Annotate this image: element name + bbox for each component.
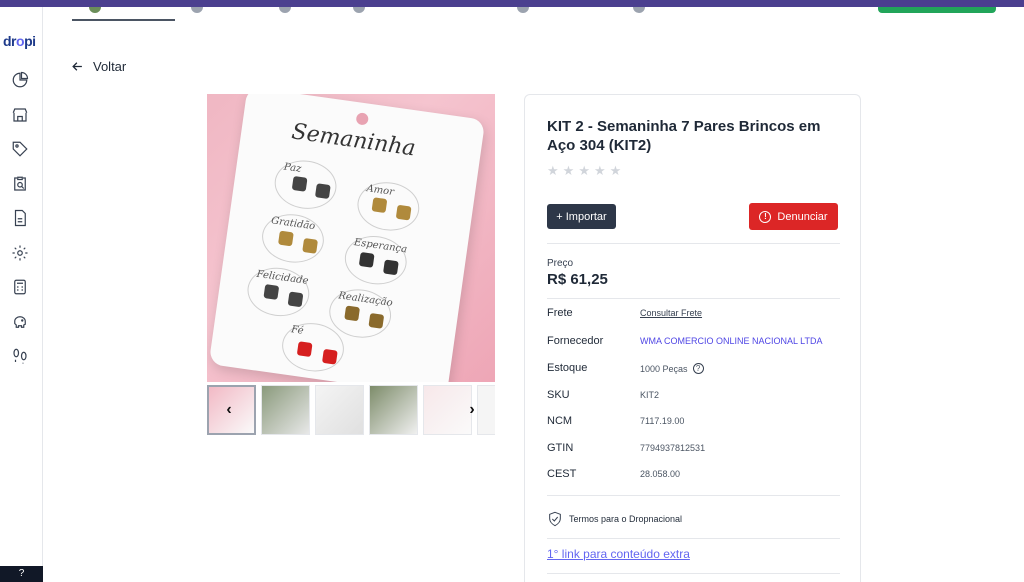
star-icon: ★	[547, 163, 559, 178]
earring	[291, 175, 308, 192]
carousel-next-icon[interactable]: ›	[461, 399, 483, 421]
detail-value: KIT2	[640, 390, 660, 400]
divider	[547, 538, 840, 539]
back-button[interactable]: Voltar	[70, 59, 126, 74]
divider	[547, 573, 840, 574]
earring	[368, 312, 385, 329]
terms-label: Termos para o Dropnacional	[569, 514, 683, 524]
back-label: Voltar	[93, 59, 127, 74]
sidebar: dropi ?	[0, 7, 43, 582]
earring	[277, 230, 294, 247]
card-title: Semaninha	[290, 119, 418, 162]
divider	[547, 298, 840, 299]
detail-row-fornecedor: Fornecedor WMA COMERCIO ONLINE NACIONAL …	[547, 335, 840, 351]
detail-key: NCM	[547, 415, 573, 427]
step-indicator	[633, 7, 645, 13]
price-value: R$ 61,25	[547, 271, 608, 288]
divider	[547, 495, 840, 496]
detail-key: Estoque	[547, 362, 588, 374]
detail-key: Fornecedor	[547, 335, 604, 347]
carousel-prev-icon[interactable]: ‹	[218, 399, 240, 421]
thumbnail-carousel: ‹ ›	[207, 385, 495, 435]
detail-row-frete: Frete Consultar Frete	[547, 307, 840, 323]
divider	[547, 243, 840, 244]
step-indicator	[517, 7, 529, 13]
extra-content-link[interactable]: 1° link para conteúdo extra	[547, 547, 690, 561]
earring-slot: Amor	[354, 178, 423, 235]
stock-value: 1000 Peças ?	[640, 363, 704, 374]
detail-row-ncm: NCM 7117.19.00	[547, 415, 840, 431]
earring	[296, 341, 313, 358]
price-label: Preço	[547, 258, 574, 269]
piggy-bank-icon[interactable]	[11, 313, 29, 331]
detail-key: CEST	[547, 468, 577, 480]
detail-key: SKU	[547, 389, 570, 401]
star-icon: ★	[578, 163, 590, 178]
earring	[371, 197, 388, 214]
shipping-link[interactable]: Consultar Frete	[640, 308, 702, 318]
detail-key: GTIN	[547, 442, 574, 454]
shield-check-icon	[549, 511, 561, 527]
earring	[358, 252, 375, 268]
earring	[263, 284, 280, 300]
earring	[287, 291, 304, 308]
help-button[interactable]: ?	[0, 566, 43, 582]
detail-row-sku: SKU KIT2	[547, 389, 840, 405]
detail-row-gtin: GTIN 7794937812531	[547, 442, 840, 458]
clipboard-search-icon[interactable]	[11, 175, 29, 193]
supplier-link[interactable]: WMA COMERCIO ONLINE NACIONAL LTDA	[640, 336, 823, 346]
earring	[395, 204, 412, 221]
import-button[interactable]: + Importar	[547, 204, 616, 229]
step-indicator	[279, 7, 291, 13]
settings-icon[interactable]	[11, 244, 29, 262]
thumbnail[interactable]	[315, 385, 364, 435]
step-indicator	[191, 7, 203, 13]
product-main-image[interactable]: Semaninha Paz Amor Gratidão Esperança Fe…	[207, 94, 495, 382]
detail-key: Frete	[547, 307, 573, 319]
store-icon[interactable]	[11, 106, 29, 124]
help-icon[interactable]: ?	[692, 363, 704, 374]
dropi-logo[interactable]: dropi	[3, 33, 36, 49]
star-icon: ★	[609, 163, 622, 178]
terms[interactable]: Termos para o Dropnacional	[547, 511, 682, 527]
earring	[314, 183, 331, 200]
detail-value: 28.058.00	[640, 469, 681, 479]
import-label: Importar	[565, 210, 607, 223]
document-icon[interactable]	[11, 209, 29, 227]
detail-row-estoque: Estoque 1000 Peças ?	[547, 362, 840, 378]
active-tab-underline	[72, 19, 175, 21]
step-indicator	[353, 7, 365, 13]
thumbnail[interactable]	[261, 385, 310, 435]
top-action-button[interactable]	[878, 7, 996, 13]
rating-stars: ★ ★ ★ ★ ★	[547, 163, 621, 179]
report-button[interactable]: ! Denunciar	[749, 203, 838, 230]
footprints-icon[interactable]	[11, 347, 29, 365]
calculator-icon[interactable]	[11, 278, 29, 296]
alert-icon: !	[759, 210, 772, 223]
star-icon: ★	[562, 163, 575, 178]
earring	[344, 305, 361, 322]
tag-icon[interactable]	[11, 140, 29, 158]
plus-icon: +	[556, 210, 563, 223]
earring	[302, 237, 319, 254]
arrow-left-icon	[72, 62, 82, 71]
stock-text: 1000 Peças	[640, 363, 688, 374]
earring	[321, 348, 338, 365]
step-indicator	[89, 7, 101, 13]
detail-row-cest: CEST 28.058.00	[547, 468, 840, 484]
top-brand-bar	[0, 0, 1024, 7]
product-title: KIT 2 - Semaninha 7 Pares Brincos em Aço…	[547, 118, 821, 154]
earring-slot: Esperança	[341, 232, 410, 289]
card-hole	[355, 112, 370, 126]
top-navigation	[43, 7, 1024, 23]
star-icon: ★	[593, 163, 606, 178]
dashboard-icon[interactable]	[11, 71, 29, 89]
report-label: Denunciar	[777, 210, 828, 223]
product-details-panel: KIT 2 - Semaninha 7 Pares Brincos em Aço…	[524, 94, 861, 582]
thumbnail[interactable]	[369, 385, 418, 435]
earring	[382, 259, 399, 276]
earring-card: Semaninha Paz Amor Gratidão Esperança Fe…	[208, 94, 486, 382]
detail-value: 7117.19.00	[640, 416, 685, 426]
detail-value: 7794937812531	[640, 443, 706, 453]
